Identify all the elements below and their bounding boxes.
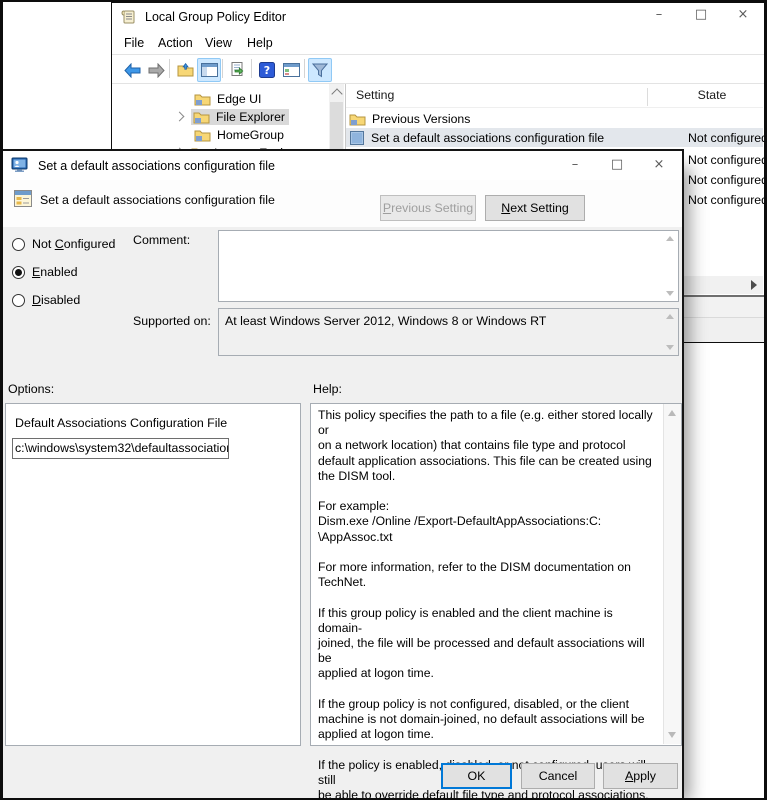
radio-circle-icon[interactable] [12, 238, 25, 251]
adm-template-icon [14, 190, 32, 212]
toolbar-separator [222, 59, 223, 78]
column-divider[interactable] [647, 88, 648, 106]
tree-item-homegroup[interactable]: HomeGroup [194, 126, 284, 143]
scroll-up-icon[interactable] [666, 314, 674, 319]
state-value: Not configured [688, 193, 767, 207]
new-window-icon[interactable] [279, 58, 303, 82]
state-value: Not configured [688, 153, 767, 167]
close-icon[interactable]: × [648, 157, 670, 172]
frame-border [0, 0, 767, 2]
scroll-down-icon[interactable] [666, 345, 674, 350]
gpedit-app-icon [121, 9, 137, 30]
export-list-icon[interactable] [226, 58, 250, 82]
help-icon[interactable]: ? [255, 58, 279, 82]
up-one-level-icon[interactable] [173, 58, 197, 82]
policy-dialog: Set a default associations configuration… [0, 149, 684, 800]
group-policy-icon [11, 157, 29, 178]
menu-bar: File Action View Help [112, 31, 764, 55]
forward-icon[interactable] [144, 58, 168, 82]
radio-enabled[interactable]: Enabled [12, 265, 77, 279]
chevron-right-icon[interactable] [175, 112, 185, 122]
dialog-title: Set a default associations configuration… [38, 159, 275, 173]
scroll-right-icon[interactable] [746, 278, 761, 292]
tree-item-edge-ui[interactable]: Edge UI [194, 90, 261, 107]
toolbar-separator [251, 59, 252, 78]
column-header-setting[interactable]: Setting [356, 88, 394, 102]
column-header-state[interactable]: State [672, 88, 752, 102]
minimize-icon[interactable]: – [564, 157, 586, 172]
help-label: Help: [313, 382, 342, 396]
filter-icon[interactable] [308, 58, 332, 82]
toolbar: ? [112, 55, 764, 84]
gpedit-titlebar: Local Group Policy Editor – □ × [112, 3, 764, 31]
ok-button[interactable]: OK [441, 763, 512, 789]
gpedit-caption-buttons: – □ × [648, 7, 754, 22]
maximize-icon[interactable]: □ [690, 7, 712, 22]
next-setting-button[interactable]: Next Setting [485, 195, 585, 221]
help-text: This policy specifies the path to a file… [318, 408, 656, 800]
associations-file-input[interactable]: c:\windows\system32\defaultassociatior [12, 438, 229, 459]
screenshot-canvas: Local Group Policy Editor – □ × File Act… [0, 0, 767, 800]
scroll-down-icon[interactable] [666, 291, 674, 296]
folder-icon [193, 110, 210, 124]
dialog-heading-band: Set a default associations configuration… [2, 180, 682, 227]
maximize-icon[interactable]: □ [606, 157, 628, 172]
toolbar-separator [304, 59, 305, 78]
scroll-up-icon[interactable] [668, 410, 676, 416]
svg-text:?: ? [264, 64, 270, 77]
gpedit-window-title: Local Group Policy Editor [145, 10, 286, 24]
show-console-tree-icon[interactable] [197, 58, 221, 82]
close-icon[interactable]: × [732, 7, 754, 22]
state-value: Not configured [688, 131, 767, 145]
frame-border [0, 0, 3, 800]
options-label: Options: [8, 382, 54, 396]
options-panel: Default Associations Configuration File … [5, 403, 301, 746]
menu-view[interactable]: View [201, 34, 236, 52]
option-field-label: Default Associations Configuration File [15, 416, 227, 430]
policy-setting-icon [350, 131, 364, 145]
back-icon[interactable] [120, 58, 144, 82]
radio-not-configured[interactable]: Not Configured [12, 237, 115, 251]
comment-label: Comment: [133, 233, 190, 247]
state-value: Not configured [688, 173, 767, 187]
menu-help[interactable]: Help [243, 34, 277, 52]
apply-button[interactable]: Apply [603, 763, 678, 789]
radio-disabled[interactable]: Disabled [12, 293, 80, 307]
folder-icon [194, 128, 211, 142]
dialog-caption-buttons: – □ × [564, 157, 670, 172]
folder-icon [349, 112, 366, 126]
menu-action[interactable]: Action [154, 34, 197, 52]
cancel-button[interactable]: Cancel [521, 763, 595, 789]
help-panel: This policy specifies the path to a file… [310, 403, 682, 746]
menu-file[interactable]: File [120, 34, 148, 52]
tree-item-file-explorer[interactable]: File Explorer [176, 108, 289, 125]
previous-setting-button[interactable]: Previous Setting [380, 195, 476, 221]
folder-icon [194, 92, 211, 106]
scroll-up-icon[interactable] [666, 236, 674, 241]
help-scrollbar[interactable] [663, 404, 681, 744]
dialog-heading: Set a default associations configuration… [40, 193, 275, 207]
supported-on-label: Supported on: [133, 314, 211, 328]
list-row-previous-versions[interactable]: Previous Versions [346, 109, 763, 128]
minimize-icon[interactable]: – [648, 7, 670, 22]
supported-on-box: At least Windows Server 2012, Windows 8 … [218, 308, 679, 356]
radio-circle-icon[interactable] [12, 294, 25, 307]
list-row-set-default-associations[interactable]: Set a default associations configuration… [346, 128, 763, 147]
header-underline [346, 107, 763, 108]
scroll-up-icon[interactable] [329, 84, 344, 100]
comment-textarea[interactable] [218, 230, 679, 302]
radio-circle-icon[interactable] [12, 266, 25, 279]
dialog-titlebar: Set a default associations configuration… [2, 151, 682, 180]
toolbar-separator [169, 59, 170, 78]
scroll-down-icon[interactable] [668, 732, 676, 738]
